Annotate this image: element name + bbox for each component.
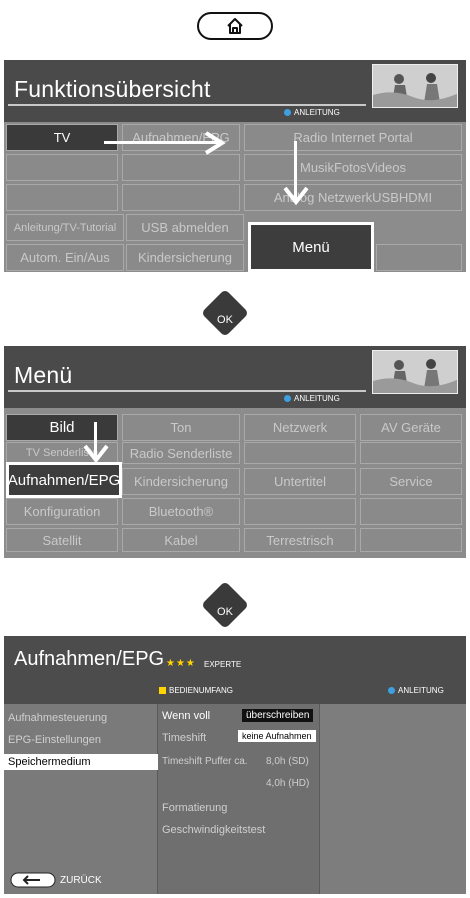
bedienumfang-hint: BEDIENUMFANG (159, 686, 233, 695)
cell-aufnahmen-selected[interactable]: Aufnahmen/EPG (6, 462, 122, 498)
cell-musik-fotos-videos[interactable]: MusikFotosVideos (244, 154, 462, 181)
divider (8, 104, 366, 106)
funktionsuebersicht-panel: Funktionsübersicht ANLEITUNG TV Aufnahme… (4, 60, 466, 272)
wenn-voll-value[interactable]: überschreiben (242, 709, 314, 722)
home-icon (227, 18, 243, 34)
anleitung-label: ANLEITUNG (294, 108, 340, 117)
cell-kabel[interactable]: Kabel (122, 528, 240, 552)
settings-column: Wenn voll überschreiben Timeshift keine … (158, 704, 320, 894)
home-button[interactable] (197, 12, 273, 40)
cell-empty (122, 184, 240, 211)
aufnahmen-epg-panel: Aufnahmen/EPG ★★★ EXPERTE BEDIENUMFANG A… (4, 636, 466, 894)
setting-geschwindigkeitstest[interactable]: Geschwindigkeitstest (162, 824, 265, 836)
back-arrow-icon (10, 872, 56, 888)
cell-terrestrisch[interactable]: Terrestrisch (244, 528, 356, 552)
setting-formatierung[interactable]: Formatierung (162, 802, 227, 814)
cell-empty (244, 442, 356, 464)
cell-konfiguration[interactable]: Konfiguration (6, 498, 118, 525)
puffer-sd-value: 8,0h (SD) (266, 756, 309, 767)
cell-empty (360, 528, 462, 552)
cell-av-geraete[interactable]: AV Geräte (360, 414, 462, 441)
back-button[interactable]: ZURÜCK (10, 872, 102, 888)
cell-empty (6, 184, 118, 211)
cell-bild[interactable]: Bild (6, 414, 118, 441)
preview-thumbnail (372, 350, 458, 394)
ok-button[interactable] (200, 288, 250, 338)
cell-empty (360, 442, 462, 464)
ok-label: OK (217, 314, 233, 326)
cell-menu-selected[interactable]: Menü (248, 222, 374, 272)
arrow-right-icon (204, 131, 226, 155)
arrow-down-icon (83, 444, 109, 464)
cell-service[interactable]: Service (360, 468, 462, 495)
cell-satellit[interactable]: Satellit (6, 528, 118, 552)
cell-autom-ein-aus[interactable]: Autom. Ein/Aus (6, 244, 124, 271)
cell-analog-netzwerk[interactable]: Analog NetzwerkUSBHDMI (244, 184, 462, 211)
setting-wenn-voll: Wenn voll (162, 710, 211, 722)
ok-button[interactable] (200, 580, 250, 630)
detail-column (320, 704, 466, 894)
cell-kindersicherung[interactable]: Kindersicherung (122, 468, 240, 495)
blue-button-icon (388, 687, 395, 694)
blue-button-icon (284, 395, 291, 402)
cell-empty (244, 498, 356, 525)
cell-radio-senderliste[interactable]: Radio Senderliste (122, 442, 240, 464)
arrow-down-icon (283, 186, 309, 206)
cell-ton[interactable]: Ton (122, 414, 240, 441)
anleitung-label: ANLEITUNG (398, 686, 444, 695)
category-column: Aufnahmesteuerung EPG-Einstellungen Spei… (4, 704, 158, 894)
anleitung-hint: ANLEITUNG (284, 394, 340, 403)
cell-empty (376, 244, 462, 271)
cell-anleitung-tutorial[interactable]: Anleitung/TV-Tutorial (6, 214, 124, 241)
cell-empty (6, 154, 118, 181)
setting-puffer: Timeshift Puffer ca. (162, 756, 248, 767)
experte-stars: ★★★ (166, 658, 196, 669)
cell-bluetooth[interactable]: Bluetooth® (122, 498, 240, 525)
page-title: Aufnahmen/EPG (14, 648, 165, 670)
setting-timeshift: Timeshift (162, 732, 207, 744)
panel-header: Menü ANLEITUNG (4, 346, 466, 408)
cell-usb-abmelden[interactable]: USB abmelden (126, 214, 244, 241)
cell-empty (122, 154, 240, 181)
category-item[interactable]: EPG-Einstellungen (8, 734, 101, 746)
experte-label: EXPERTE (204, 660, 242, 669)
ok-label: OK (217, 606, 233, 618)
puffer-hd-value: 4,0h (HD) (266, 778, 310, 789)
cell-netzwerk[interactable]: Netzwerk (244, 414, 356, 441)
timeshift-value[interactable]: keine Aufnahmen (238, 730, 316, 742)
preview-thumbnail (372, 64, 458, 108)
blue-button-icon (284, 109, 291, 116)
cell-empty (360, 498, 462, 525)
back-label: ZURÜCK (60, 874, 102, 886)
page-title: Menü (14, 362, 73, 388)
anleitung-hint: ANLEITUNG (284, 108, 340, 117)
category-item[interactable]: Aufnahmesteuerung (8, 712, 107, 724)
category-item-selected[interactable]: Speichermedium (4, 754, 158, 770)
cell-kindersicherung[interactable]: Kindersicherung (126, 244, 244, 271)
page-title: Funktionsübersicht (14, 76, 211, 102)
anleitung-hint: ANLEITUNG (388, 686, 444, 695)
cell-radio-internet[interactable]: Radio Internet Portal (244, 124, 462, 151)
anleitung-label: ANLEITUNG (294, 394, 340, 403)
divider (8, 390, 366, 392)
cell-untertitel[interactable]: Untertitel (244, 468, 356, 495)
yellow-button-icon (159, 687, 166, 695)
panel-header: Funktionsübersicht ANLEITUNG (4, 60, 466, 122)
menu-panel: Menü ANLEITUNG Bild Ton Netzwerk AV Gerä… (4, 346, 466, 558)
cell-tv[interactable]: TV (6, 124, 118, 151)
